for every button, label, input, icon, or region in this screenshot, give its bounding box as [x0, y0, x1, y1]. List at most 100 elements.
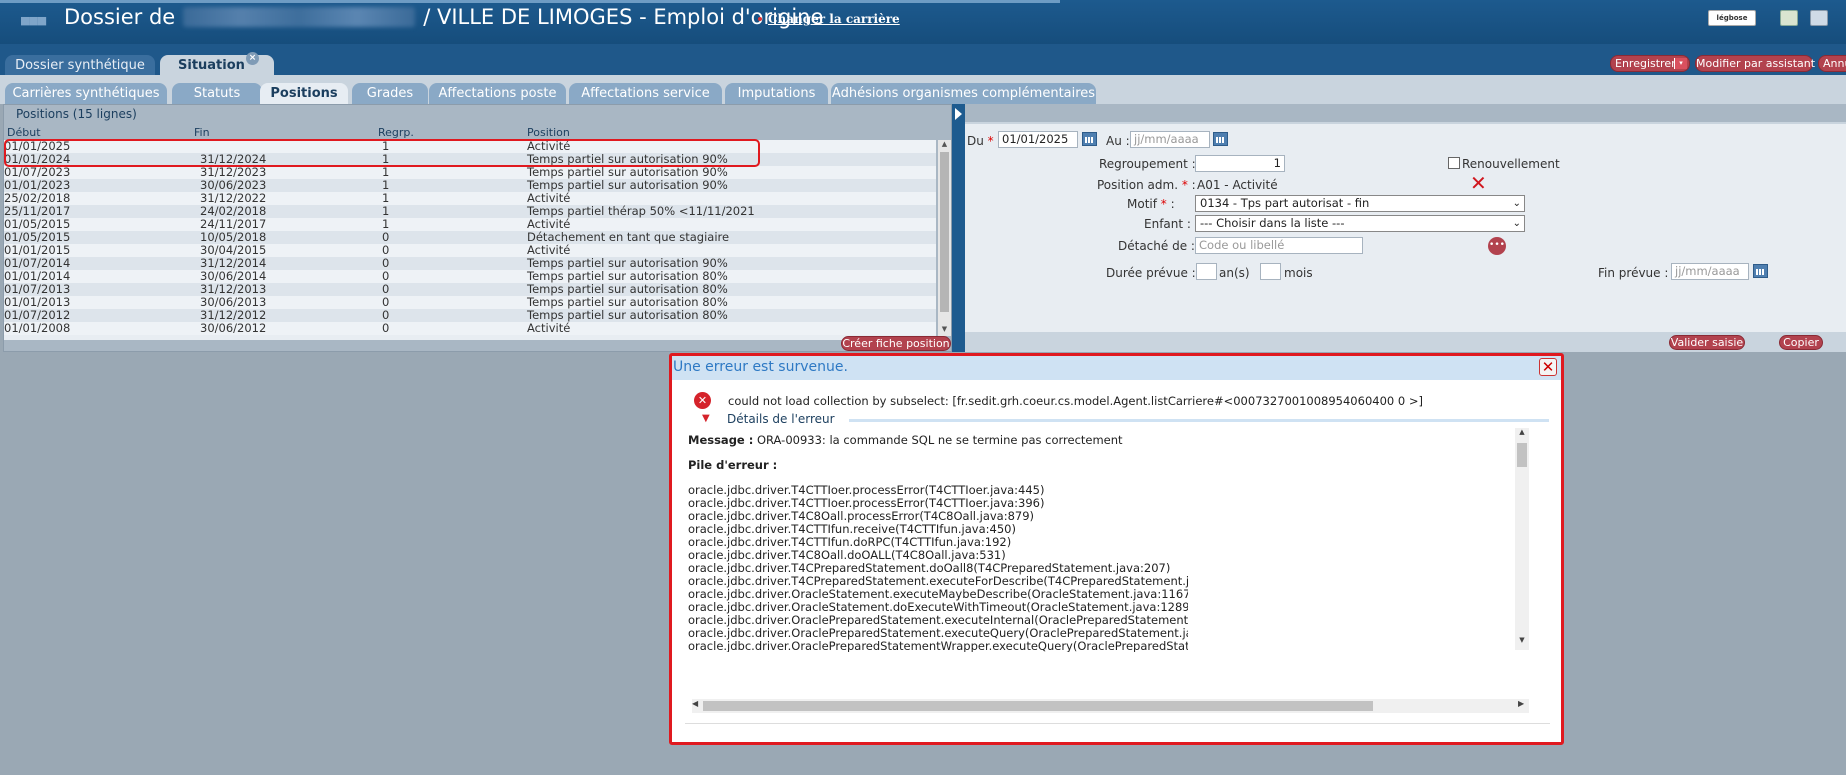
motif-value: 0134 - Tps part autorisat - fin: [1200, 196, 1370, 210]
logo-badge[interactable]: légbose: [1708, 10, 1756, 26]
details-toggle-label[interactable]: Détails de l'erreur: [727, 412, 835, 426]
panel-splitter[interactable]: [952, 104, 965, 352]
close-icon[interactable]: ✕: [1539, 358, 1557, 376]
positions-scrollbar[interactable]: ▲ ▼: [938, 140, 951, 336]
duree-label: Durée prévue :: [1106, 266, 1196, 280]
valider-saisie-button[interactable]: Valider saisie: [1669, 335, 1745, 350]
cancel-button[interactable]: Annu: [1818, 55, 1846, 72]
scroll-up-icon[interactable]: ▲: [1515, 428, 1529, 436]
stack-trace: oracle.jdbc.driver.T4CTTIoer.processErro…: [688, 484, 1188, 653]
annees-label: an(s): [1219, 266, 1250, 280]
col-debut[interactable]: Début: [7, 126, 41, 139]
table-row[interactable]: 01/01/2014 30/06/2014 0 Temps partiel sur a…: [4, 270, 936, 283]
chevron-down-icon[interactable]: ▼: [702, 413, 710, 424]
enfant-label: Enfant :: [1144, 217, 1191, 231]
header-top-line: [0, 0, 1060, 3]
error-details-content: Message : ORA-00933: la commande SQL ne …: [688, 434, 1188, 652]
tab-imputations[interactable]: Imputations: [725, 83, 828, 104]
fin-prevue-input[interactable]: jj/mm/aaaa: [1671, 263, 1749, 280]
expand-arrow-icon[interactable]: [955, 108, 962, 120]
table-row[interactable]: 01/01/2008 30/06/2012 0 Activité: [4, 322, 936, 335]
table-row[interactable]: 01/07/2012 31/12/2012 0 Temps partiel sur a…: [4, 309, 936, 322]
duree-mois-input[interactable]: [1260, 263, 1281, 280]
tab-situation[interactable]: Situation ×: [160, 52, 274, 76]
clear-icon[interactable]: ✕: [1470, 173, 1487, 193]
more-options-icon[interactable]: •••: [1488, 237, 1506, 255]
tools-icon[interactable]: [1780, 10, 1798, 26]
calendar-icon[interactable]: [1753, 264, 1768, 278]
scroll-thumb[interactable]: [1517, 443, 1527, 467]
change-career-link[interactable]: Changer la carrière: [758, 12, 900, 26]
col-position[interactable]: Position: [527, 126, 570, 139]
table-row[interactable]: 01/07/2023 31/12/2023 1 Temps partiel sur a…: [4, 166, 936, 179]
scroll-left-icon[interactable]: ◀: [692, 699, 698, 708]
table-row[interactable]: 01/01/2015 30/04/2015 0 Activité: [4, 244, 936, 257]
table-row[interactable]: 25/02/2018 31/12/2022 1 Activité: [4, 192, 936, 205]
calendar-icon[interactable]: [1213, 132, 1228, 146]
error-message: Message : ORA-00933: la commande SQL ne …: [688, 434, 1123, 447]
tab-positions[interactable]: Positions: [260, 83, 348, 104]
positions-table-body: 01/01/2025 1 Activité 01/01/2024 31/12/2024 1…: [4, 140, 936, 340]
stack-line: oracle.jdbc.driver.OraclePreparedStateme…: [688, 639, 1188, 653]
error-dialog-title: Une erreur est survenue.: [672, 356, 1561, 380]
chevron-down-icon: ⌄: [1512, 198, 1521, 209]
cell-debut: 01/01/2008: [4, 321, 71, 335]
table-row[interactable]: 01/01/2023 30/06/2023 1 Temps partiel sur a…: [4, 179, 936, 192]
close-tab-icon[interactable]: ×: [246, 52, 259, 65]
du-label: Du * :: [967, 134, 1002, 148]
form-header-band: [965, 104, 1846, 122]
position-adm-value: A01 - Activité: [1197, 178, 1278, 192]
au-date-input[interactable]: jj/mm/aaaa: [1130, 131, 1210, 148]
duree-annees-input[interactable]: [1196, 263, 1217, 280]
details-divider: [849, 419, 1549, 422]
col-regrp[interactable]: Regrp.: [378, 126, 414, 139]
table-row[interactable]: 01/05/2015 24/11/2017 1 Activité: [4, 218, 936, 231]
scroll-right-icon[interactable]: ▶: [1518, 699, 1524, 708]
tab-carrieres-synthetiques[interactable]: Carrières synthétiques: [5, 83, 167, 104]
title-prefix: Dossier de: [64, 5, 176, 29]
detache-input[interactable]: Code ou libellé: [1195, 237, 1363, 254]
details-vertical-scrollbar[interactable]: ▲ ▼: [1515, 428, 1529, 650]
app-menu-icon[interactable]: ■■■: [20, 14, 47, 27]
copier-button[interactable]: Copier: [1779, 335, 1823, 350]
tab-affectations-poste[interactable]: Affectations poste: [429, 83, 566, 104]
detache-label: Détaché de :: [1118, 239, 1195, 253]
motif-select[interactable]: 0134 - Tps part autorisat - fin ⌄: [1195, 195, 1525, 212]
chevron-down-icon[interactable]: ▾: [1674, 58, 1687, 69]
save-button[interactable]: Enregistrer ▾: [1610, 55, 1690, 72]
error-icon: ✕: [694, 392, 711, 409]
table-row[interactable]: 01/07/2013 31/12/2013 0 Temps partiel sur a…: [4, 283, 936, 296]
create-position-button[interactable]: Créer fiche position: [841, 336, 951, 351]
table-row[interactable]: 01/05/2015 10/05/2018 0 Détachement en tant…: [4, 231, 936, 244]
tab-statuts[interactable]: Statuts: [172, 83, 262, 104]
table-row[interactable]: 01/01/2013 30/06/2013 0 Temps partiel sur a…: [4, 296, 936, 309]
regroupement-input[interactable]: 1: [1195, 155, 1285, 172]
scroll-thumb[interactable]: [703, 701, 1373, 711]
au-label: Au :: [1106, 134, 1130, 148]
calendar-icon[interactable]: [1082, 132, 1097, 146]
tab-affectations-service[interactable]: Affectations service: [569, 83, 722, 104]
scroll-down-icon[interactable]: ▼: [1515, 636, 1529, 644]
tab-adhesions[interactable]: Adhésions organismes complémentaires: [831, 83, 1096, 104]
enfant-select[interactable]: --- Choisir dans la liste --- ⌄: [1195, 215, 1525, 232]
renouvellement-checkbox[interactable]: [1448, 157, 1460, 169]
help-icon[interactable]: [1810, 10, 1828, 26]
col-fin[interactable]: Fin: [194, 126, 210, 139]
tab-dossier-synthetique[interactable]: Dossier synthétique: [5, 55, 155, 76]
scroll-down-icon[interactable]: ▼: [938, 325, 951, 336]
modify-assistant-button[interactable]: Modifier par assistant: [1695, 55, 1815, 72]
error-dialog: Une erreur est survenue. ✕ ✕ could not l…: [669, 353, 1564, 745]
cell-regrp: 0: [382, 321, 390, 335]
table-row[interactable]: 25/11/2017 24/02/2018 1 Temps partiel théra…: [4, 205, 936, 218]
du-date-input[interactable]: 01/01/2025: [998, 131, 1078, 148]
fin-prevue-label: Fin prévue :: [1598, 266, 1669, 280]
scroll-thumb[interactable]: [940, 152, 949, 312]
scroll-up-icon[interactable]: ▲: [938, 140, 951, 151]
table-row[interactable]: 01/07/2014 31/12/2014 0 Temps partiel sur a…: [4, 257, 936, 270]
tab-grades[interactable]: Grades: [352, 83, 428, 104]
details-horizontal-scrollbar[interactable]: ◀ ▶: [692, 699, 1529, 713]
positions-title: Positions (15 lignes): [16, 107, 137, 121]
cell-fin: 30/06/2012: [200, 321, 267, 335]
title-suffix: / VILLE DE LIMOGES - Emploi d'origine: [423, 5, 824, 29]
redacted-name: [183, 7, 416, 27]
